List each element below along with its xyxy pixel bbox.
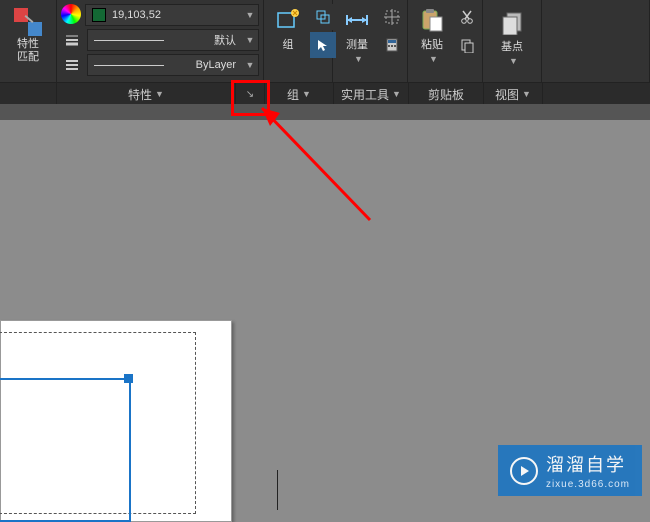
chevron-down-icon: ▼ <box>354 54 363 64</box>
lineweight-combo[interactable]: 默认 ▼ <box>87 29 259 51</box>
ungroup-icon <box>315 9 331 25</box>
chevron-down-icon: ▼ <box>242 10 258 20</box>
panel-header-view[interactable]: 视图▼ <box>484 83 543 105</box>
cursor-icon <box>315 37 331 53</box>
measure-button[interactable]: 测量 ▼ <box>339 4 375 66</box>
chevron-down-icon: ▼ <box>429 54 438 64</box>
panel-header-properties[interactable]: 特性▼ <box>57 83 236 105</box>
match-properties-label: 特性 匹配 <box>17 38 39 64</box>
basepoint-button[interactable]: 基点 ▼ <box>494 6 530 68</box>
crosshair-cursor <box>277 470 278 510</box>
panel-clipboard: 粘贴 ▼ <box>408 0 483 82</box>
group-button[interactable]: 组 <box>270 4 306 54</box>
chevron-down-icon: ▼ <box>155 89 164 99</box>
lineweight-label: 默认 <box>214 32 242 48</box>
panel-basepoint: 基点 ▼ <box>483 0 542 82</box>
calculator-button[interactable] <box>379 32 405 58</box>
panel-match-properties: 特性 匹配 <box>0 0 57 82</box>
match-properties-icon <box>14 8 42 36</box>
group-icon <box>274 6 302 34</box>
panel-header-group[interactable]: 组▼ <box>265 83 334 105</box>
match-properties-button[interactable]: 特性 匹配 <box>10 6 46 66</box>
panel-utilities: 测量 ▼ <box>333 0 408 82</box>
chevron-down-icon: ▼ <box>392 89 401 99</box>
chevron-down-icon: ▼ <box>509 56 518 66</box>
calculator-icon <box>384 37 400 53</box>
color-wheel-icon[interactable] <box>61 4 81 24</box>
panel-header-spacer <box>543 83 650 105</box>
paste-button[interactable]: 粘贴 ▼ <box>414 4 450 66</box>
panel-header-clipboard-label: 剪贴板 <box>428 86 464 103</box>
chevron-down-icon: ▼ <box>242 35 258 45</box>
linetype-label: ByLayer <box>196 59 242 71</box>
group-label: 组 <box>283 36 294 52</box>
panel-header-utilities[interactable]: 实用工具▼ <box>334 83 409 105</box>
panel-header-properties-label: 特性 <box>128 86 152 103</box>
linetype-icon[interactable] <box>61 54 83 76</box>
layout-viewport[interactable] <box>0 378 131 522</box>
select-all-button[interactable] <box>379 4 405 30</box>
properties-dialog-launcher[interactable]: ↘ <box>236 83 265 105</box>
panel-headers: 特性▼ ↘ 组▼ 实用工具▼ 剪贴板 视图▼ <box>0 82 650 105</box>
color-combo[interactable]: 19,103,52 ▼ <box>85 4 259 26</box>
lineweight-icon[interactable] <box>61 29 83 51</box>
panel-properties: 19,103,52 ▼ 默认 ▼ <box>57 0 264 82</box>
copy-icon <box>459 37 475 53</box>
basepoint-label: 基点 <box>501 38 523 54</box>
scissors-icon <box>459 9 475 25</box>
chevron-down-icon: ▼ <box>242 60 258 70</box>
paste-icon <box>418 6 446 34</box>
linetype-combo[interactable]: ByLayer ▼ <box>87 54 259 76</box>
basepoint-icon <box>498 8 526 36</box>
ribbon: 特性 匹配 19,103,52 ▼ <box>0 0 650 105</box>
panel-header-group-label: 组 <box>287 86 299 103</box>
play-icon <box>510 457 538 485</box>
cut-button[interactable] <box>454 4 480 30</box>
list-icon <box>65 58 79 72</box>
paste-label: 粘贴 <box>421 36 443 52</box>
panel-group: 组 <box>264 0 333 82</box>
watermark-url: zixue.3d66.com <box>546 479 630 490</box>
watermark-brand: 溜溜自学 <box>546 451 630 477</box>
panel-header-matchprops <box>0 83 57 105</box>
measure-label: 测量 <box>346 36 368 52</box>
chevron-down-icon: ▼ <box>302 89 311 99</box>
panel-header-view-label: 视图 <box>495 86 519 103</box>
launcher-icon: ↘ <box>246 89 254 100</box>
chevron-down-icon: ▼ <box>522 89 531 99</box>
grip-handle[interactable] <box>124 374 133 383</box>
tab-strip <box>0 104 650 120</box>
watermark: 溜溜自学 zixue.3d66.com <box>498 445 642 496</box>
panel-spacer <box>542 0 650 82</box>
panel-header-utilities-label: 实用工具 <box>341 86 389 103</box>
copy-button[interactable] <box>454 32 480 58</box>
measure-icon <box>343 6 371 34</box>
color-swatch <box>92 8 106 22</box>
color-value: 19,103,52 <box>112 9 242 21</box>
ribbon-panels-row: 特性 匹配 19,103,52 ▼ <box>0 0 650 82</box>
lines-icon <box>65 33 79 47</box>
panel-header-clipboard[interactable]: 剪贴板 <box>409 83 484 105</box>
select-icon <box>384 9 400 25</box>
